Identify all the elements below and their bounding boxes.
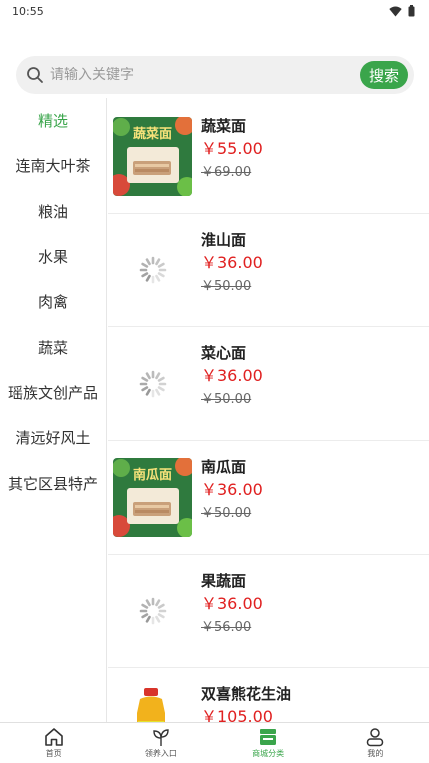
tab-label: 首页 <box>45 749 62 758</box>
search-icon <box>27 67 43 83</box>
sprout-icon <box>153 729 169 746</box>
loading-spinner-icon <box>113 344 192 423</box>
wifi-icon <box>389 6 402 16</box>
search-bar: 搜索 <box>16 56 414 94</box>
user-icon <box>367 728 384 747</box>
tab-label: 商城分类 <box>252 749 285 758</box>
loading-spinner-icon <box>113 572 192 651</box>
category-sidebar: 精选 连南大叶茶 粮油 水果 肉禽 蔬菜 瑶族文创产品 清远好风土 其它区县特产 <box>0 98 107 722</box>
product-price: ￥36.00 <box>201 593 263 613</box>
product-card[interactable]: 淮山面 ￥36.00 ￥50.00 <box>108 214 429 328</box>
category-item[interactable]: 肉禽 <box>0 279 106 324</box>
product-original-price: ￥56.00 <box>201 619 252 635</box>
pack-title: 南瓜面 <box>132 467 172 483</box>
product-image: 蔬菜面 <box>113 116 192 196</box>
tab-label: 领养入口 <box>144 749 177 758</box>
tab-home[interactable]: 首页 <box>0 723 107 763</box>
category-item[interactable]: 连南大叶茶 <box>0 143 106 188</box>
product-name: 双喜熊花生油 <box>201 685 292 704</box>
loading-spinner-icon <box>113 231 192 310</box>
category-item[interactable]: 水果 <box>0 234 106 279</box>
tab-shop-category[interactable]: 商城分类 <box>215 723 322 763</box>
category-item[interactable]: 其它区县特产 <box>0 460 106 505</box>
product-image: 南瓜面 <box>113 457 192 537</box>
product-price: ￥55.00 <box>201 139 263 158</box>
pack-title: 蔬菜面 <box>132 126 172 142</box>
category-item[interactable]: 精选 <box>0 98 106 143</box>
category-item[interactable]: 粮油 <box>0 189 106 234</box>
battery-icon <box>408 5 415 17</box>
product-price: ￥36.00 <box>201 366 263 386</box>
product-price: ￥36.00 <box>201 252 263 272</box>
product-name: 南瓜面 <box>201 458 247 477</box>
status-time: 10:55 <box>12 4 44 18</box>
product-original-price: ￥50.00 <box>201 278 252 294</box>
product-list: 蔬菜面 蔬菜面 ￥55.00 ￥69.00 淮山面 ￥36.00 ￥50.00 … <box>108 100 429 722</box>
tab-adoption[interactable]: 领养入口 <box>107 723 214 763</box>
product-card[interactable]: 南瓜面 南瓜面 ￥36.00 ￥50.00 <box>108 441 429 555</box>
product-name: 菜心面 <box>201 344 247 363</box>
product-name: 果蔬面 <box>201 571 247 590</box>
product-original-price: ￥50.00 <box>201 392 252 408</box>
product-card[interactable]: 菜心面 ￥36.00 ￥50.00 <box>108 327 429 442</box>
tab-label: 我的 <box>367 749 384 758</box>
product-name: 蔬菜面 <box>201 117 247 135</box>
bottom-tab-bar: 首页 领养入口 商城分类 我的 <box>0 722 429 763</box>
search-input[interactable] <box>50 67 360 83</box>
shop-category-icon <box>260 729 277 745</box>
product-price: ￥36.00 <box>201 480 263 500</box>
status-bar: 10:55 <box>0 0 429 22</box>
product-name: 淮山面 <box>201 230 247 249</box>
product-card[interactable]: 蔬菜面 蔬菜面 ￥55.00 ￥69.00 <box>108 100 429 214</box>
product-image <box>113 685 192 722</box>
search-button[interactable]: 搜索 <box>359 61 408 89</box>
product-original-price: ￥69.00 <box>201 165 252 180</box>
home-icon <box>44 728 63 746</box>
product-original-price: ￥50.00 <box>201 506 252 522</box>
tab-mine[interactable]: 我的 <box>322 723 429 763</box>
product-card[interactable]: 双喜熊花生油 ￥105.00 <box>108 668 429 722</box>
category-item[interactable]: 瑶族文创产品 <box>0 370 106 415</box>
category-item[interactable]: 清远好风土 <box>0 415 106 460</box>
category-item[interactable]: 蔬菜 <box>0 324 106 369</box>
product-card[interactable]: 果蔬面 ￥36.00 ￥56.00 <box>108 555 429 669</box>
product-price: ￥105.00 <box>201 707 273 722</box>
